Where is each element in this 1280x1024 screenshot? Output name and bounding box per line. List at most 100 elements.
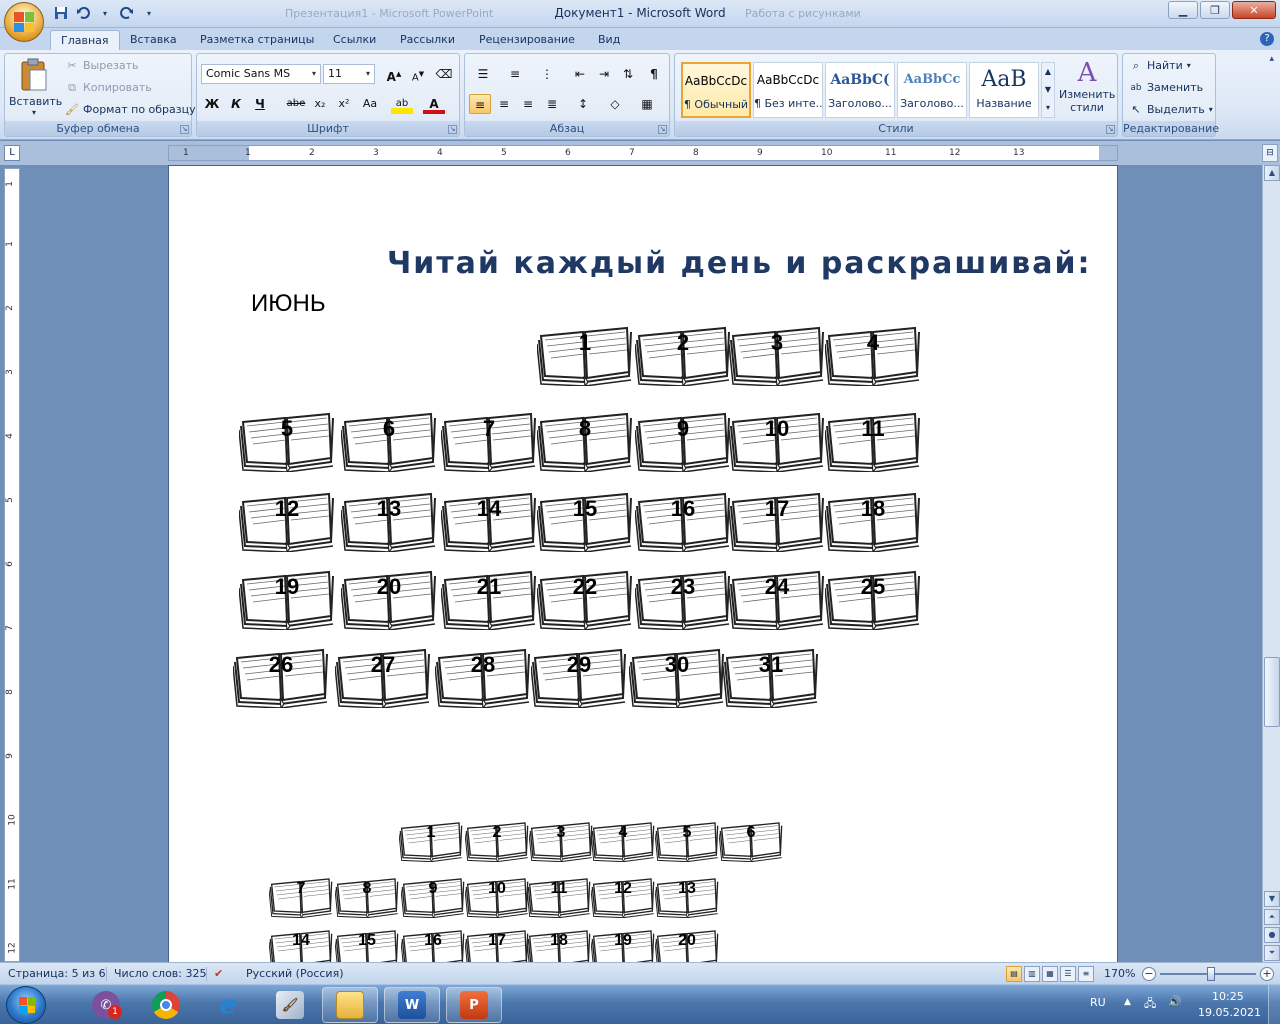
day-book[interactable]: 21	[441, 562, 537, 630]
increase-indent-icon[interactable]: ⇥	[593, 64, 615, 84]
clock-date[interactable]: 19.05.2021	[1198, 1006, 1261, 1019]
word-count[interactable]: Число слов: 325	[114, 967, 207, 980]
day-book[interactable]: 31	[723, 640, 819, 708]
volume-icon[interactable]: 🔊	[1168, 995, 1182, 1008]
dialog-launcher-icon[interactable]: ↘	[448, 125, 457, 134]
zoom-in-icon[interactable]: +	[1260, 967, 1274, 981]
day-book[interactable]: 8	[335, 872, 399, 918]
highlight-button[interactable]: ab	[391, 94, 413, 114]
close-button[interactable]: ✕	[1232, 1, 1276, 19]
start-button[interactable]	[6, 986, 46, 1024]
day-book[interactable]: 15	[335, 924, 399, 962]
font-name-field[interactable]: Comic Sans MS ▾	[201, 64, 321, 84]
tab-references[interactable]: Ссылки	[323, 30, 386, 50]
day-book[interactable]: 9	[635, 404, 731, 472]
taskbar-chrome[interactable]	[138, 987, 194, 1023]
taskbar-viber[interactable]: ✆ 1	[78, 987, 134, 1023]
day-book[interactable]: 19	[591, 924, 655, 962]
subscript-button[interactable]: x₂	[309, 94, 331, 114]
next-page-icon[interactable]: ⏷	[1264, 945, 1280, 961]
day-book[interactable]: 17	[729, 484, 825, 552]
underline-button[interactable]: Ч	[249, 94, 271, 114]
day-book[interactable]: 10	[729, 404, 825, 472]
numbering-icon[interactable]: ≡	[501, 64, 529, 84]
tab-view[interactable]: Вид	[588, 30, 630, 50]
scroll-down-icon[interactable]: ▼	[1264, 891, 1280, 907]
day-book[interactable]: 3	[529, 816, 593, 862]
day-book[interactable]: 16	[635, 484, 731, 552]
tab-home[interactable]: Главная	[50, 30, 120, 50]
strikethrough-button[interactable]: abe	[285, 94, 307, 114]
network-icon[interactable]: 🖧	[1144, 995, 1156, 1014]
day-book[interactable]: 22	[537, 562, 633, 630]
style-normal[interactable]: AaBbCcDc ¶ Обычный	[681, 62, 751, 118]
day-book[interactable]: 15	[537, 484, 633, 552]
scroll-thumb[interactable]	[1264, 657, 1280, 727]
shading-icon[interactable]: ◇	[601, 94, 629, 114]
align-left-icon[interactable]: ≡	[469, 94, 491, 114]
style-title[interactable]: AaB Название	[969, 62, 1039, 118]
day-book[interactable]: 4	[825, 318, 921, 386]
taskbar-word[interactable]: W	[384, 987, 440, 1023]
shrink-font-button[interactable]: A▼	[407, 64, 429, 84]
day-book[interactable]: 12	[591, 872, 655, 918]
day-book[interactable]: 16	[401, 924, 465, 962]
select-button[interactable]: ↖ Выделить ▾	[1129, 101, 1212, 119]
scroll-up-icon[interactable]: ▲	[1264, 165, 1280, 181]
day-book[interactable]: 6	[341, 404, 437, 472]
day-book[interactable]: 11	[527, 872, 591, 918]
zoom-level[interactable]: 170%	[1104, 967, 1135, 980]
day-book[interactable]: 1	[399, 816, 463, 862]
show-desktop-button[interactable]	[1268, 985, 1280, 1024]
paste-button[interactable]: Вставить ▾	[9, 56, 62, 118]
tab-page-layout[interactable]: Разметка страницы	[190, 30, 324, 50]
superscript-button[interactable]: x²	[333, 94, 355, 114]
italic-button[interactable]: К	[225, 94, 247, 114]
clock-time[interactable]: 10:25	[1212, 990, 1244, 1003]
style-heading-1[interactable]: AaBbC( Заголово...	[825, 62, 895, 118]
day-book[interactable]: 29	[531, 640, 627, 708]
day-book[interactable]: 2	[635, 318, 731, 386]
show-marks-button[interactable]: ¶	[643, 64, 665, 84]
taskbar-ie[interactable]: e	[200, 987, 256, 1023]
day-book[interactable]: 25	[825, 562, 921, 630]
day-book[interactable]: 4	[591, 816, 655, 862]
day-book[interactable]: 26	[233, 640, 329, 708]
multilevel-list-icon[interactable]: ⋮	[533, 64, 561, 84]
cut-button[interactable]: ✂ Вырезать	[65, 57, 138, 75]
dialog-launcher-icon[interactable]: ↘	[180, 125, 189, 134]
show-hidden-icons-icon[interactable]: ▲	[1124, 997, 1131, 1007]
day-book[interactable]: 27	[335, 640, 431, 708]
dialog-launcher-icon[interactable]: ↘	[1106, 125, 1115, 134]
taskbar-powerpoint[interactable]: P	[446, 987, 502, 1023]
day-book[interactable]: 28	[435, 640, 531, 708]
vertical-ruler[interactable]: 1 1 2 3 4 5 6 7 8 9 10 11 12	[4, 168, 20, 962]
help-icon[interactable]: ?	[1260, 32, 1274, 46]
minimize-button[interactable]: ▁	[1168, 1, 1198, 19]
browse-object-icon[interactable]: ●	[1264, 927, 1280, 943]
day-book[interactable]: 18	[825, 484, 921, 552]
tab-insert[interactable]: Вставка	[120, 30, 187, 50]
day-book[interactable]: 1	[537, 318, 633, 386]
view-ruler-icon[interactable]: ⊟	[1262, 144, 1278, 162]
tab-mailings[interactable]: Рассылки	[390, 30, 465, 50]
full-screen-reading-icon[interactable]: ▥	[1024, 966, 1040, 982]
day-book[interactable]: 12	[239, 484, 335, 552]
day-book[interactable]: 18	[527, 924, 591, 962]
copy-button[interactable]: ⧉ Копировать	[65, 79, 152, 97]
font-color-button[interactable]: A	[423, 94, 445, 114]
justify-icon[interactable]: ≣	[541, 94, 563, 114]
dialog-launcher-icon[interactable]: ↘	[658, 125, 667, 134]
day-book[interactable]: 13	[655, 872, 719, 918]
font-size-field[interactable]: 11 ▾	[323, 64, 375, 84]
day-book[interactable]: 23	[635, 562, 731, 630]
day-book[interactable]: 20	[655, 924, 719, 962]
day-book[interactable]: 30	[629, 640, 725, 708]
draft-icon[interactable]: ≡	[1078, 966, 1094, 982]
day-book[interactable]: 19	[239, 562, 335, 630]
day-book[interactable]: 6	[719, 816, 783, 862]
vertical-scrollbar[interactable]: ▲ ▼ ⏶ ● ⏷	[1262, 165, 1280, 962]
change-case-button[interactable]: Aa	[357, 94, 383, 114]
day-book[interactable]: 14	[441, 484, 537, 552]
tab-review[interactable]: Рецензирование	[469, 30, 585, 50]
